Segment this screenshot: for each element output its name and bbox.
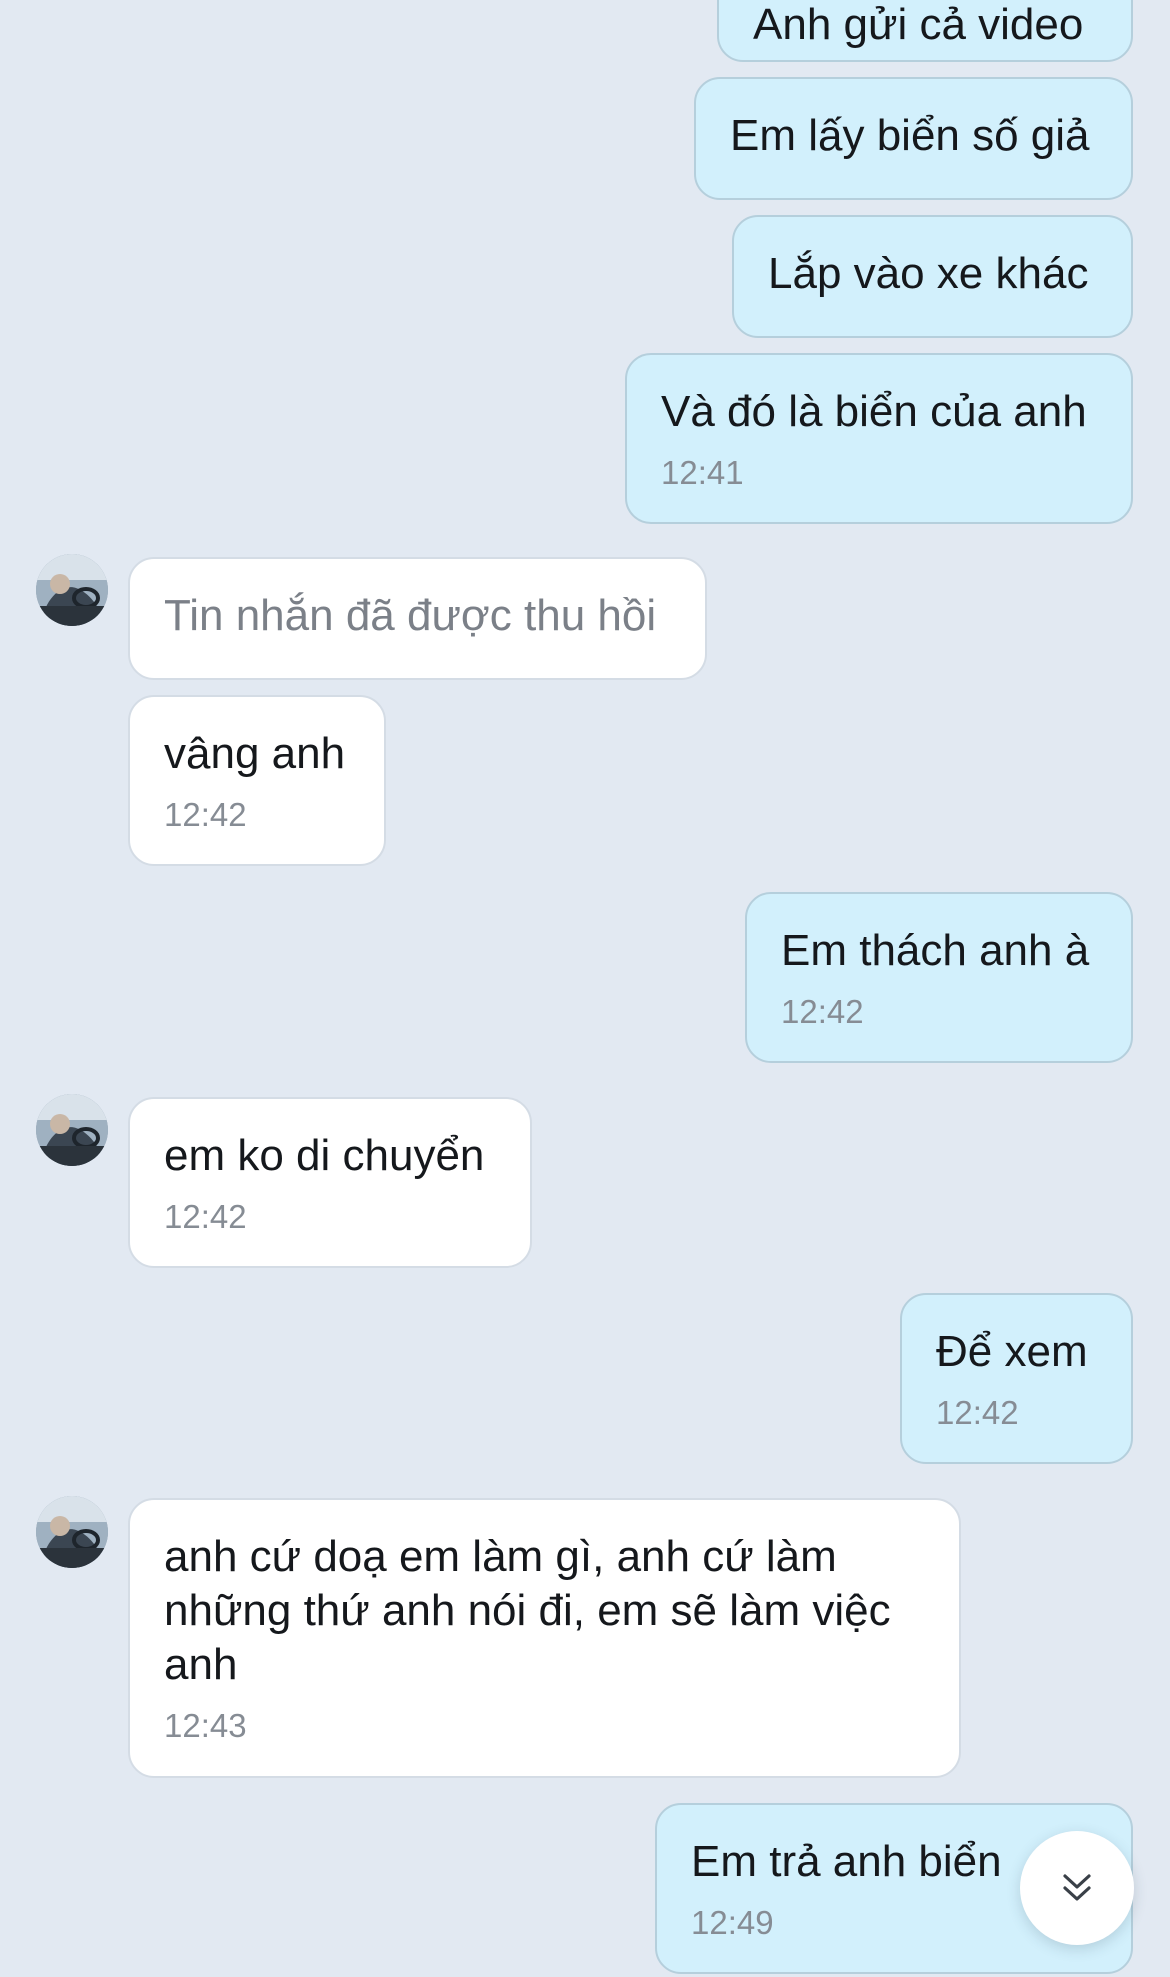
message-text: anh cứ doạ em làm gì, anh cứ làm những t… bbox=[164, 1532, 891, 1689]
message-timestamp: 12:42 bbox=[164, 1198, 247, 1235]
double-chevron-down-icon bbox=[1063, 1874, 1091, 1901]
recalled-message-text: Tin nhắn đã được thu hồi bbox=[164, 591, 657, 640]
avatar-photo-icon bbox=[36, 554, 108, 626]
message-text: Lắp vào xe khác bbox=[768, 249, 1089, 298]
chat-thread[interactable]: Anh gửi cả video Em lấy biển số giả Lắp … bbox=[0, 0, 1170, 1977]
contact-avatar[interactable] bbox=[36, 1094, 108, 1166]
contact-avatar[interactable] bbox=[36, 1496, 108, 1568]
message-bubble-outgoing[interactable]: Và đó là biển của anh 12:41 bbox=[625, 353, 1133, 524]
message-bubble-outgoing[interactable]: Lắp vào xe khác bbox=[732, 215, 1133, 338]
message-timestamp: 12:42 bbox=[936, 1394, 1019, 1431]
message-text: Em thách anh à bbox=[781, 926, 1090, 975]
message-timestamp: 12:43 bbox=[164, 1707, 247, 1744]
message-text: Em lấy biển số giả bbox=[730, 111, 1090, 160]
message-timestamp: 12:41 bbox=[661, 454, 744, 491]
message-text: Và đó là biển của anh bbox=[661, 387, 1087, 436]
message-bubble-outgoing[interactable]: Em lấy biển số giả bbox=[694, 77, 1133, 200]
message-bubble-incoming[interactable]: em ko di chuyển 12:42 bbox=[128, 1097, 532, 1268]
message-bubble-outgoing[interactable]: Em thách anh à 12:42 bbox=[745, 892, 1133, 1063]
message-text: Anh gửi cả video bbox=[753, 0, 1084, 49]
message-timestamp: 12:42 bbox=[781, 993, 864, 1030]
message-bubble-incoming[interactable]: vâng anh 12:42 bbox=[128, 695, 386, 866]
message-bubble-incoming-recalled[interactable]: Tin nhắn đã được thu hồi bbox=[128, 557, 707, 680]
avatar-photo-icon bbox=[36, 1094, 108, 1166]
message-bubble-outgoing[interactable]: Để xem 12:42 bbox=[900, 1293, 1133, 1464]
message-timestamp: 12:42 bbox=[164, 796, 247, 833]
scroll-to-bottom-button[interactable] bbox=[1020, 1831, 1134, 1945]
message-bubble-outgoing[interactable]: Anh gửi cả video bbox=[717, 0, 1133, 62]
avatar-photo-icon bbox=[36, 1496, 108, 1568]
message-text: Để xem bbox=[936, 1327, 1088, 1376]
contact-avatar[interactable] bbox=[36, 554, 108, 626]
message-text: vâng anh bbox=[164, 729, 346, 778]
message-text: em ko di chuyển bbox=[164, 1131, 485, 1180]
message-bubble-incoming[interactable]: anh cứ doạ em làm gì, anh cứ làm những t… bbox=[128, 1498, 961, 1778]
